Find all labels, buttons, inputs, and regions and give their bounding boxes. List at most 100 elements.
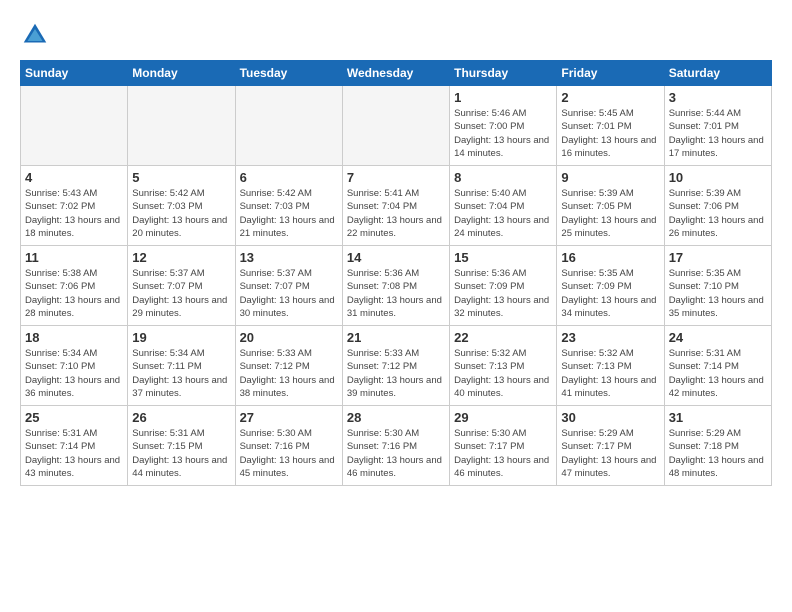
day-number: 18 [25,330,123,345]
day-info: Sunrise: 5:30 AMSunset: 7:17 PMDaylight:… [454,427,552,480]
calendar-cell: 24 Sunrise: 5:31 AMSunset: 7:14 PMDayligh… [664,326,771,406]
calendar-cell: 7Sunrise: 5:41 AMSunset: 7:04 PMDaylight… [342,166,449,246]
day-number: 23 [561,330,659,345]
day-number: 10 [669,170,767,185]
calendar-cell: 20 Sunrise: 5:33 AMSunset: 7:12 PMDayligh… [235,326,342,406]
calendar-cell [21,86,128,166]
day-number: 15 [454,250,552,265]
calendar-cell: 6 Sunrise: 5:42 AMSunset: 7:03 PMDaylight… [235,166,342,246]
header-friday: Friday [557,61,664,86]
day-number: 16 [561,250,659,265]
calendar-cell: 27 Sunrise: 5:30 AMSunset: 7:16 PMDayligh… [235,406,342,486]
day-info: Sunrise: 5:40 AMSunset: 7:04 PMDaylight:… [454,187,552,240]
day-number: 4 [25,170,123,185]
calendar-cell: 11 Sunrise: 5:38 AMSunset: 7:06 PMDayligh… [21,246,128,326]
day-info: Sunrise: 5:31 AMSunset: 7:15 PMDaylight:… [132,427,230,480]
calendar-week-2: 4 Sunrise: 5:43 AMSunset: 7:02 PMDaylight… [21,166,772,246]
day-number: 17 [669,250,767,265]
calendar-cell: 18 Sunrise: 5:34 AMSunset: 7:10 PMDayligh… [21,326,128,406]
day-number: 5 [132,170,230,185]
day-info: Sunrise: 5:30 AMSunset: 7:16 PMDaylight:… [347,427,445,480]
header-monday: Monday [128,61,235,86]
day-number: 28 [347,410,445,425]
day-number: 21 [347,330,445,345]
day-info: Sunrise: 5:38 AMSunset: 7:06 PMDaylight:… [25,267,123,320]
day-number: 31 [669,410,767,425]
day-info: Sunrise: 5:39 AMSunset: 7:06 PMDaylight:… [669,187,767,240]
calendar-cell [235,86,342,166]
day-info: Sunrise: 5:35 AMSunset: 7:10 PMDaylight:… [669,267,767,320]
day-number: 8 [454,170,552,185]
day-info: Sunrise: 5:31 AMSunset: 7:14 PMDaylight:… [25,427,123,480]
calendar-cell: 15Sunrise: 5:36 AMSunset: 7:09 PMDayligh… [450,246,557,326]
calendar-cell: 25Sunrise: 5:31 AMSunset: 7:14 PMDayligh… [21,406,128,486]
day-number: 6 [240,170,338,185]
header-saturday: Saturday [664,61,771,86]
calendar-cell: 5 Sunrise: 5:42 AMSunset: 7:03 PMDaylight… [128,166,235,246]
calendar-table: SundayMondayTuesdayWednesdayThursdayFrid… [20,60,772,486]
day-number: 14 [347,250,445,265]
day-info: Sunrise: 5:46 AMSunset: 7:00 PMDaylight:… [454,107,552,160]
calendar-cell: 22Sunrise: 5:32 AMSunset: 7:13 PMDayligh… [450,326,557,406]
calendar-cell: 13 Sunrise: 5:37 AMSunset: 7:07 PMDayligh… [235,246,342,326]
calendar-week-4: 18 Sunrise: 5:34 AMSunset: 7:10 PMDayligh… [21,326,772,406]
calendar-cell: 26 Sunrise: 5:31 AMSunset: 7:15 PMDayligh… [128,406,235,486]
day-number: 12 [132,250,230,265]
day-info: Sunrise: 5:44 AMSunset: 7:01 PMDaylight:… [669,107,767,160]
page-header [20,20,772,50]
day-info: Sunrise: 5:34 AMSunset: 7:10 PMDaylight:… [25,347,123,400]
calendar-cell: 10 Sunrise: 5:39 AMSunset: 7:06 PMDayligh… [664,166,771,246]
calendar-cell: 14 Sunrise: 5:36 AMSunset: 7:08 PMDayligh… [342,246,449,326]
day-number: 27 [240,410,338,425]
calendar-cell: 9 Sunrise: 5:39 AMSunset: 7:05 PMDaylight… [557,166,664,246]
day-info: Sunrise: 5:45 AMSunset: 7:01 PMDaylight:… [561,107,659,160]
day-number: 24 [669,330,767,345]
day-number: 20 [240,330,338,345]
day-info: Sunrise: 5:43 AMSunset: 7:02 PMDaylight:… [25,187,123,240]
day-info: Sunrise: 5:42 AMSunset: 7:03 PMDaylight:… [240,187,338,240]
day-number: 13 [240,250,338,265]
header-wednesday: Wednesday [342,61,449,86]
day-info: Sunrise: 5:30 AMSunset: 7:16 PMDaylight:… [240,427,338,480]
day-info: Sunrise: 5:37 AMSunset: 7:07 PMDaylight:… [132,267,230,320]
calendar-cell: 17 Sunrise: 5:35 AMSunset: 7:10 PMDayligh… [664,246,771,326]
day-info: Sunrise: 5:37 AMSunset: 7:07 PMDaylight:… [240,267,338,320]
calendar-header-row: SundayMondayTuesdayWednesdayThursdayFrid… [21,61,772,86]
day-number: 22 [454,330,552,345]
calendar-week-1: 1 Sunrise: 5:46 AMSunset: 7:00 PMDaylight… [21,86,772,166]
calendar-cell: 31 Sunrise: 5:29 AMSunset: 7:18 PMDayligh… [664,406,771,486]
calendar-cell: 28 Sunrise: 5:30 AMSunset: 7:16 PMDayligh… [342,406,449,486]
calendar-cell: 2 Sunrise: 5:45 AMSunset: 7:01 PMDaylight… [557,86,664,166]
day-info: Sunrise: 5:32 AMSunset: 7:13 PMDaylight:… [561,347,659,400]
day-info: Sunrise: 5:39 AMSunset: 7:05 PMDaylight:… [561,187,659,240]
day-info: Sunrise: 5:42 AMSunset: 7:03 PMDaylight:… [132,187,230,240]
calendar-cell: 3Sunrise: 5:44 AMSunset: 7:01 PMDaylight… [664,86,771,166]
day-info: Sunrise: 5:36 AMSunset: 7:08 PMDaylight:… [347,267,445,320]
day-number: 2 [561,90,659,105]
calendar-cell: 29 Sunrise: 5:30 AMSunset: 7:17 PMDayligh… [450,406,557,486]
day-info: Sunrise: 5:29 AMSunset: 7:18 PMDaylight:… [669,427,767,480]
day-info: Sunrise: 5:35 AMSunset: 7:09 PMDaylight:… [561,267,659,320]
header-sunday: Sunday [21,61,128,86]
calendar-week-5: 25Sunrise: 5:31 AMSunset: 7:14 PMDayligh… [21,406,772,486]
header-thursday: Thursday [450,61,557,86]
day-number: 7 [347,170,445,185]
calendar-cell: 1 Sunrise: 5:46 AMSunset: 7:00 PMDaylight… [450,86,557,166]
day-number: 26 [132,410,230,425]
day-number: 1 [454,90,552,105]
calendar-cell: 12 Sunrise: 5:37 AMSunset: 7:07 PMDayligh… [128,246,235,326]
day-number: 11 [25,250,123,265]
calendar-cell [128,86,235,166]
calendar-week-3: 11 Sunrise: 5:38 AMSunset: 7:06 PMDayligh… [21,246,772,326]
day-number: 30 [561,410,659,425]
logo [20,20,54,50]
day-number: 9 [561,170,659,185]
calendar-cell: 23 Sunrise: 5:32 AMSunset: 7:13 PMDayligh… [557,326,664,406]
day-info: Sunrise: 5:33 AMSunset: 7:12 PMDaylight:… [240,347,338,400]
calendar-cell: 16 Sunrise: 5:35 AMSunset: 7:09 PMDayligh… [557,246,664,326]
calendar-cell: 4 Sunrise: 5:43 AMSunset: 7:02 PMDaylight… [21,166,128,246]
day-number: 29 [454,410,552,425]
day-info: Sunrise: 5:31 AMSunset: 7:14 PMDaylight:… [669,347,767,400]
logo-icon [20,20,50,50]
day-info: Sunrise: 5:34 AMSunset: 7:11 PMDaylight:… [132,347,230,400]
